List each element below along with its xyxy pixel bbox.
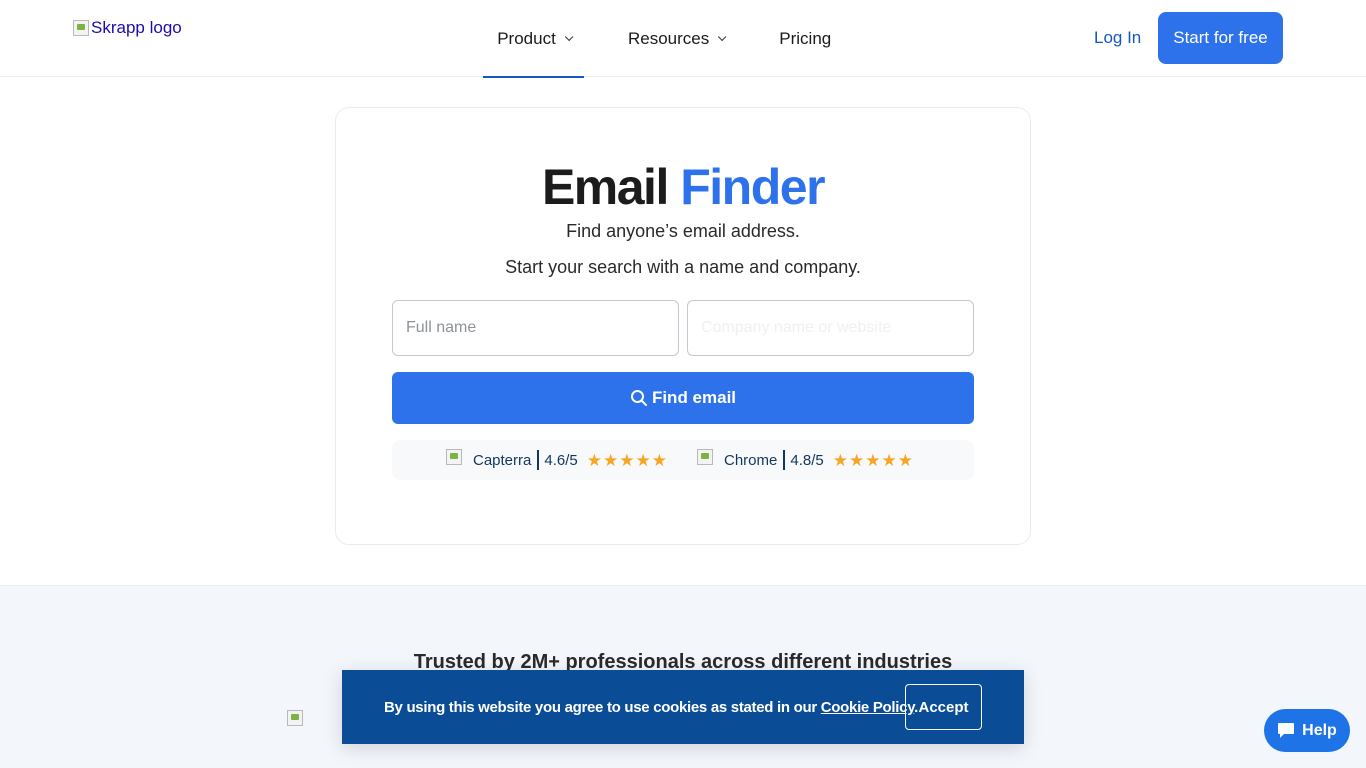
company-input[interactable] — [687, 300, 974, 356]
start-for-free-button[interactable]: Start for free — [1158, 12, 1283, 64]
subtitle-secondary: Start your search with a name and compan… — [505, 257, 861, 277]
accept-cookies-button[interactable]: Accept — [905, 684, 982, 730]
nav-item-product-label: Product — [497, 28, 556, 48]
star-icon: ★ — [651, 450, 667, 470]
email-finder-card: Email Finder Find anyone’s email address… — [335, 107, 1031, 545]
star-icon: ★ — [865, 450, 881, 470]
page-title: Email Finder — [336, 158, 1030, 216]
star-icon: ★ — [619, 450, 635, 470]
cookie-policy-link[interactable]: Cookie Policy — [821, 699, 915, 716]
star-rating: ★ ★ ★ ★ ★ — [587, 452, 667, 469]
cookie-text: By using this website you agree to use c… — [384, 699, 918, 716]
star-icon: ★ — [602, 450, 619, 470]
find-email-button[interactable]: Find email — [392, 372, 974, 424]
star-rating: ★ ★ ★ ★ ★ — [833, 452, 913, 469]
skrapp-logo[interactable]: Skrapp logo — [73, 18, 182, 38]
page: Skrapp logo Product Resources Pricing Lo… — [0, 0, 1366, 768]
rating-score: 4.6/5 — [544, 451, 578, 469]
capterra-logo-icon — [446, 449, 462, 465]
cookie-banner: By using this website you agree to use c… — [342, 670, 1024, 744]
login-link[interactable]: Log In — [1094, 28, 1141, 48]
rating-capterra[interactable]: Capterra 4.6/5 ★ ★ ★ ★ ★ — [446, 449, 667, 470]
customer-logos-image — [287, 710, 303, 726]
chevron-down-icon — [564, 32, 574, 41]
subtitle-primary: Find anyone’s email address. — [566, 221, 800, 241]
search-icon — [630, 390, 647, 406]
divider — [537, 450, 540, 470]
rating-source: Capterra — [473, 451, 532, 469]
nav-item-product[interactable]: Product — [483, 0, 584, 78]
star-icon: ★ — [832, 450, 848, 470]
star-icon: ★ — [586, 450, 602, 470]
nav-item-pricing-label: Pricing — [779, 28, 832, 48]
broken-image-icon — [73, 20, 89, 36]
star-icon: ★ — [635, 450, 651, 470]
top-navbar: Skrapp logo Product Resources Pricing Lo… — [0, 0, 1366, 78]
help-button[interactable]: Help — [1264, 709, 1350, 752]
chat-icon — [1278, 723, 1295, 738]
find-email-label: Find email — [651, 388, 737, 407]
nav-item-resources-label: Resources — [628, 28, 710, 48]
help-label: Help — [1302, 721, 1337, 739]
ratings-bar: Capterra 4.6/5 ★ ★ ★ ★ ★ Chrome 4.8/5 ★ — [392, 440, 974, 480]
rating-source: Chrome — [724, 451, 778, 469]
star-icon: ★ — [881, 450, 897, 470]
full-name-input[interactable] — [392, 300, 679, 356]
star-icon: ★ — [897, 450, 913, 470]
cookie-message: By using this website you agree to use c… — [384, 699, 821, 716]
logo-alt-text: Skrapp logo — [91, 18, 182, 37]
chevron-down-icon — [718, 32, 727, 41]
star-icon: ★ — [848, 450, 865, 470]
chrome-logo-icon — [697, 449, 713, 465]
divider — [783, 450, 786, 470]
nav-item-resources[interactable]: Resources — [628, 0, 727, 77]
nav-item-pricing[interactable]: Pricing — [779, 0, 831, 77]
title-accent: Finder — [680, 159, 825, 215]
rating-chrome[interactable]: Chrome 4.8/5 ★ ★ ★ ★ ★ — [697, 449, 913, 470]
rating-score: 4.8/5 — [790, 451, 824, 469]
main-menu: Product Resources Pricing — [483, 0, 831, 78]
title-main: Email — [541, 159, 669, 215]
